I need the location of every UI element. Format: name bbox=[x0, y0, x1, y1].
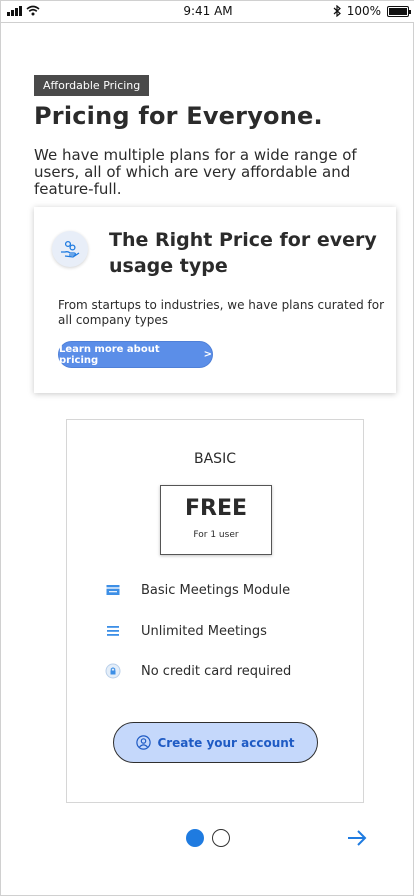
page-dot-2[interactable] bbox=[212, 829, 230, 847]
status-right: 100% bbox=[333, 4, 411, 18]
bluetooth-icon bbox=[333, 5, 341, 17]
create-account-button[interactable]: Create your account bbox=[113, 722, 318, 763]
promo-title: The Right Price for every usage type bbox=[109, 229, 377, 277]
feature-label: Unlimited Meetings bbox=[141, 623, 267, 639]
page-dot-1[interactable] bbox=[186, 829, 204, 847]
feature-item: Basic Meetings Module bbox=[105, 582, 290, 598]
battery-icon bbox=[387, 5, 411, 17]
price-note: For 1 user bbox=[193, 530, 239, 540]
user-circle-icon bbox=[136, 735, 152, 750]
promo-text: From startups to industries, we have pla… bbox=[58, 298, 385, 327]
learn-more-label: Learn more about pricing bbox=[59, 343, 160, 366]
feature-item: No credit card required bbox=[105, 663, 291, 679]
feature-label: No credit card required bbox=[141, 663, 292, 679]
create-account-label: Create your account bbox=[157, 735, 295, 750]
price-value: FREE bbox=[184, 496, 248, 521]
battery-percent: 100% bbox=[346, 4, 381, 18]
price-box: FREE For 1 user bbox=[160, 485, 272, 555]
arrow-right-icon[interactable] bbox=[346, 828, 368, 848]
chevron-right-icon: > bbox=[203, 349, 212, 360]
plan-name: BASIC bbox=[194, 451, 236, 467]
page-subtitle: We have multiple plans for a wide range … bbox=[34, 146, 357, 198]
phone-frame: 9:41 AM 100% Affordable Pricing Pricing … bbox=[0, 0, 414, 896]
list-icon bbox=[105, 623, 121, 639]
lock-icon bbox=[105, 663, 121, 679]
hand-coins-icon bbox=[52, 231, 88, 267]
page-title: Pricing for Everyone. bbox=[34, 102, 323, 130]
feature-item: Unlimited Meetings bbox=[105, 623, 267, 639]
promo-card: The Right Price for every usage type Fro… bbox=[34, 207, 396, 393]
plan-card: BASIC FREE For 1 user Basic Meetings Mod… bbox=[66, 419, 364, 803]
meetings-module-icon bbox=[105, 582, 121, 598]
learn-more-button[interactable]: Learn more about pricing > bbox=[58, 341, 213, 368]
battery-fill bbox=[389, 7, 407, 15]
feature-label: Basic Meetings Module bbox=[141, 582, 291, 598]
pricing-tag: Affordable Pricing bbox=[34, 75, 150, 96]
status-bar: 9:41 AM 100% bbox=[1, 1, 414, 23]
